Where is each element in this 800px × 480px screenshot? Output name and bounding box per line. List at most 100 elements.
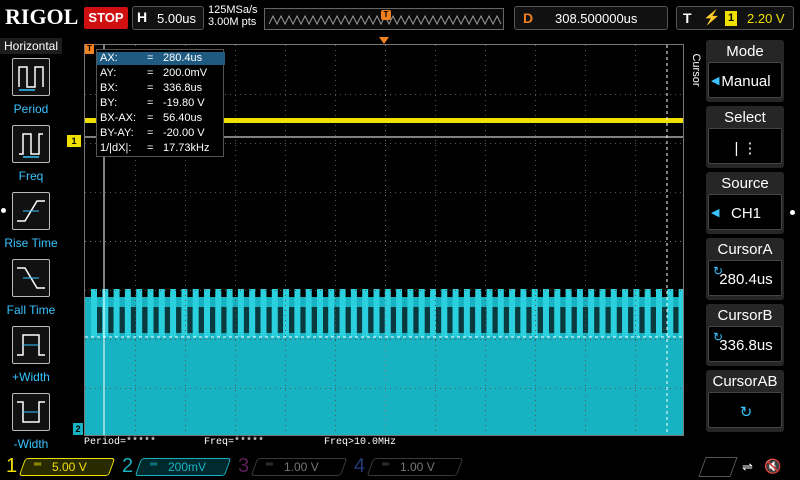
cursor-row-value: 200.0mV (163, 67, 208, 79)
measurement-freq-ch2[interactable]: Freq>10.0MHz (324, 437, 396, 448)
timebase-value: 5.00us (157, 11, 197, 26)
cursor-select-button[interactable]: Select | ⋮ (706, 106, 784, 168)
usb-icon: ⇌ (742, 459, 753, 474)
cursor-menu-tab: Cursor (686, 40, 704, 440)
period-icon (12, 58, 50, 96)
delay-value: 308.500000us (555, 11, 638, 26)
cursor-row-bx-ax: BX-AX: = 56.40us (97, 112, 225, 125)
cursor-row-value: 280.4us (163, 52, 203, 64)
cursor-row-eq: = (147, 67, 154, 79)
cursor-menu-side-label: Cursor (690, 53, 702, 87)
rising-edge-icon: ⚡ (703, 9, 721, 25)
trigger-level-marker-icon: T (85, 44, 94, 54)
cursor-mode-value-box: ◀ Manual (708, 62, 782, 98)
negative-width-label: -Width (13, 437, 49, 451)
channel-status-bar: 1 ═ 5.00 V 2 ═ 200mV 3 ═ 1.00 V 4 ═ 1.00… (0, 454, 800, 480)
ch1-offset-marker[interactable]: 1 (67, 135, 81, 147)
measurement-bar: Period=***** Freq=***** Freq>10.0MHz (84, 436, 684, 450)
cursor-select-value-box: | ⋮ (708, 128, 782, 164)
cursor-row-eq: = (147, 52, 154, 64)
cursor-source-title: Source (721, 175, 769, 192)
cursor-a-value-box: ↻ 280.4us (708, 260, 782, 296)
delay-box[interactable]: D 308.500000us (514, 6, 668, 30)
memory-overview-strip: T (264, 8, 504, 30)
cursor-menu: Cursor Mode ◀ Manual Select | ⋮ Source ◀… (686, 40, 800, 440)
ch2-scale: 200mV (168, 460, 207, 474)
cursor-ab-button[interactable]: CursorAB ↻ (706, 370, 784, 432)
negative-width-icon (12, 393, 50, 431)
sample-rate: 125MSa/s (208, 4, 258, 16)
measurement-period[interactable]: Period=***** (84, 437, 156, 448)
cursor-a-title: CursorA (717, 241, 773, 258)
cursor-row-inverse-dx: 1/|dX|: = 17.73kHz (97, 142, 225, 155)
cursor-row-value: 56.40us (163, 112, 203, 124)
measurement-freq[interactable]: Freq=***** (204, 437, 264, 448)
cursor-select-value: | ⋮ (734, 140, 758, 157)
cursor-b-button[interactable]: CursorB ↻ 336.8us (706, 304, 784, 366)
cursor-row-ay: AY: = 200.0mV (97, 67, 225, 80)
cursor-row-label: BY-AY: (100, 127, 134, 139)
cursor-row-value: -19.80 V (163, 97, 205, 109)
timebase-box[interactable]: H 5.00us (132, 6, 204, 30)
cursor-a-button[interactable]: CursorA ↻ 280.4us (706, 238, 784, 300)
positive-width-label: +Width (12, 370, 50, 384)
cursor-row-label: BX-AX: (100, 112, 137, 124)
speaker-muted-icon[interactable]: 🔇 (764, 458, 781, 475)
cursor-b-value: 336.8us (719, 337, 773, 354)
ch2-waveform-bursts (91, 289, 683, 337)
cursor-mode-value: Manual (721, 73, 771, 90)
ch4-scale: 1.00 V (400, 460, 435, 474)
cursor-select-title: Select (724, 109, 766, 126)
cursor-row-label: AY: (100, 67, 117, 79)
cursor-row-label: 1/|dX|: (100, 142, 132, 154)
cursor-row-bx: BX: = 336.8us (97, 82, 225, 95)
cursor-row-label: BY: (100, 97, 118, 109)
ch3-scale: 1.00 V (284, 460, 319, 474)
measure-rise-time-button[interactable]: Rise Time (4, 192, 62, 259)
cursor-row-value: -20.00 V (163, 127, 205, 139)
period-label: Period (13, 102, 49, 116)
ch3-number: 3 (238, 455, 250, 477)
ch2-status[interactable]: 2 ═ 200mV (116, 455, 232, 479)
measure-positive-width-button[interactable]: +Width (8, 326, 62, 393)
cursor-row-eq: = (147, 142, 154, 154)
cursor-readout-panel: AX: = 280.4us AY: = 200.0mV BX: = 336.8us BY: =… (96, 49, 225, 157)
rise-time-icon (12, 192, 50, 230)
positive-width-icon (12, 326, 50, 364)
ch2-number: 2 (122, 455, 134, 477)
ch4-number: 4 (354, 455, 366, 477)
measure-freq-button[interactable]: Freq (8, 125, 62, 192)
ch3-status[interactable]: 3 ═ 1.00 V (232, 455, 348, 479)
ch4-status[interactable]: 4 ═ 1.00 V (348, 455, 464, 479)
fall-time-icon (12, 259, 50, 297)
cursor-mode-button[interactable]: Mode ◀ Manual (706, 40, 784, 102)
cursor-row-by: BY: = -19.80 V (97, 97, 225, 110)
delay-key: D (523, 10, 534, 26)
measure-negative-width-button[interactable]: -Width (8, 393, 62, 460)
run-stop-status[interactable]: STOP (84, 7, 128, 29)
multipurpose-knob-icon: ↻ (739, 404, 753, 421)
trigger-time-marker-icon (379, 37, 389, 44)
left-menu-title: Horizontal (0, 38, 62, 54)
top-status-bar: RIGOL STOP H 5.00us 125MSa/s 3.00M pts T… (0, 0, 800, 36)
cursor-row-ax: AX: = 280.4us (97, 52, 225, 65)
ch1-scale: 5.00 V (52, 460, 87, 474)
cursor-b-title: CursorB (717, 307, 773, 324)
measure-period-button[interactable]: Period (8, 58, 62, 125)
freq-label: Freq (18, 169, 44, 183)
cursor-row-eq: = (147, 112, 154, 124)
status-tab (698, 457, 738, 477)
dc-coupling-icon: ═ (266, 459, 274, 470)
cursor-source-button[interactable]: Source ◀ CH1 (706, 172, 784, 234)
cursor-a-value: 280.4us (719, 271, 773, 288)
ch1-number: 1 (6, 455, 18, 477)
trigger-box[interactable]: T ⚡ 1 2.20 V (676, 6, 794, 30)
cursor-b-value-box: ↻ 336.8us (708, 326, 782, 362)
trigger-position-icon: T (381, 10, 391, 20)
ch1-status[interactable]: 1 ═ 5.00 V (0, 455, 116, 479)
brand-logo: RIGOL (5, 4, 79, 29)
ch2-offset-marker[interactable]: 2 (73, 423, 83, 435)
measure-fall-time-button[interactable]: Fall Time (7, 259, 62, 326)
trigger-key: T (683, 10, 692, 26)
cursor-ab-value-box: ↻ (708, 392, 782, 428)
